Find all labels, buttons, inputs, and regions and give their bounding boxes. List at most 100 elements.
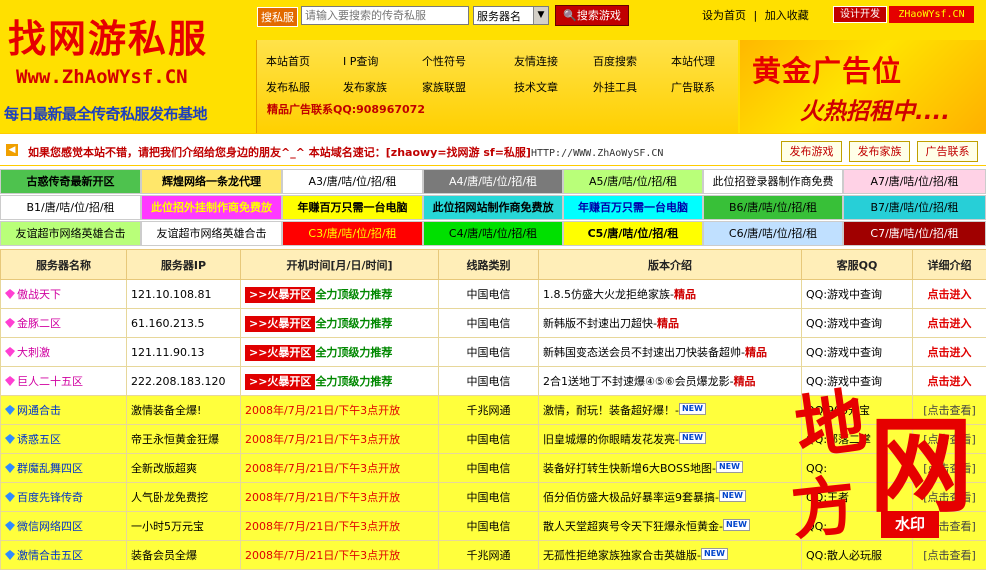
- nav-tech-articles[interactable]: 技术文章: [514, 79, 558, 95]
- server-name-cell: 傲战天下: [1, 280, 127, 309]
- ad-contact-button[interactable]: 广告联系: [917, 141, 978, 162]
- gold-ad-title: 黄金广告位: [752, 48, 902, 90]
- server-name[interactable]: 微信网络四区: [17, 520, 83, 533]
- table-row[interactable]: 诱惑五区帝王永恒黄金狂爆2008年/7月/21日/下午3点开放中国电信旧皇城爆的…: [1, 425, 986, 454]
- ad-slot[interactable]: 此位招网站制作商免费放: [423, 195, 563, 220]
- server-name[interactable]: 诱惑五区: [17, 433, 61, 446]
- nav-clan-alliance[interactable]: 家族联盟: [422, 79, 466, 95]
- detail-link[interactable]: [点击查看]: [923, 462, 976, 475]
- table-row[interactable]: 金豚二区61.160.213.5>>火暴开区全力顶级力推荐中国电信新韩版不封速出…: [1, 309, 986, 338]
- ad-slot[interactable]: A7/唐/咭/位/招/租: [843, 169, 986, 194]
- version-text: 装备好打转生快新增6大BOSS地图-: [543, 462, 716, 475]
- diamond-icon: [5, 550, 15, 560]
- server-ip-cell: 人气卧龙免费挖: [127, 483, 241, 512]
- search-input[interactable]: [301, 6, 469, 25]
- detail-cell: [点击查看]: [913, 454, 986, 483]
- table-row[interactable]: 群魔乱舞四区全新改版超爽2008年/7月/21日/下午3点开放中国电信装备好打转…: [1, 454, 986, 483]
- recommend-text: 全力顶级力推荐: [315, 373, 392, 389]
- site-logo[interactable]: 找网游私服 Www.ZhAoWYsf.CN 每日最新最全传奇私服发布基地: [0, 0, 255, 133]
- detail-link[interactable]: 点击进入: [928, 346, 972, 359]
- line-type-cell: 中国电信: [439, 309, 539, 338]
- ad-slot[interactable]: 此位招外挂制作商免费放: [141, 195, 282, 220]
- ad-slot[interactable]: A4/唐/咭/位/招/租: [423, 169, 563, 194]
- notice-url[interactable]: HTTP://WWW.ZhAoWySF.CN: [531, 148, 663, 159]
- detail-link[interactable]: 点击进入: [928, 288, 972, 301]
- ad-slot[interactable]: 此位招登录器制作商免费: [703, 169, 843, 194]
- nav-symbols[interactable]: 个性符号: [422, 53, 466, 69]
- publish-clan-button[interactable]: 发布家族: [849, 141, 910, 162]
- table-row[interactable]: 激情合击五区装备会员全爆2008年/7月/21日/下午3点开放千兆网通无孤性拒绝…: [1, 541, 986, 570]
- server-ip: 121.11.90.13: [131, 346, 204, 359]
- detail-cell: [点击查看]: [913, 483, 986, 512]
- col-header-name: 服务器名称: [1, 250, 127, 280]
- search-button[interactable]: 🔍搜索游戏: [555, 5, 629, 26]
- ad-slot[interactable]: 古惑传奇最新开区: [0, 169, 141, 194]
- ad-slot[interactable]: B1/唐/咭/位/招/租: [0, 195, 141, 220]
- table-row[interactable]: 网通合击激情装备全爆!2008年/7月/21日/下午3点开放千兆网通激情，耐玩！…: [1, 396, 986, 425]
- server-name[interactable]: 群魔乱舞四区: [17, 462, 83, 475]
- ad-slot[interactable]: A3/唐/咭/位/招/租: [282, 169, 423, 194]
- designer-badge[interactable]: 设计开发: [833, 6, 887, 23]
- server-name[interactable]: 百度先锋传奇: [17, 491, 83, 504]
- ad-slot[interactable]: B6/唐/咭/位/招/租: [703, 195, 843, 220]
- set-homepage-link[interactable]: 设为首页: [702, 9, 746, 22]
- server-name[interactable]: 激情合击五区: [17, 549, 83, 562]
- add-favorite-link[interactable]: 加入收藏: [765, 9, 809, 22]
- server-name[interactable]: 大刺激: [17, 346, 50, 359]
- table-row[interactable]: 百度先锋传奇人气卧龙免费挖2008年/7月/21日/下午3点开放中国电信佰分佰仿…: [1, 483, 986, 512]
- ad-slot[interactable]: 年赚百万只需一台电脑: [563, 195, 703, 220]
- server-name[interactable]: 巨人二十五区: [17, 375, 83, 388]
- logo-title: 找网游私服: [8, 8, 208, 63]
- ad-slot[interactable]: C4/唐/咭/位/招/租: [423, 221, 563, 246]
- ad-slot[interactable]: 友谊超市网络英雄合击: [0, 221, 141, 246]
- server-ip-cell: 一小时5万元宝: [127, 512, 241, 541]
- table-row[interactable]: 傲战天下121.10.108.81>>火暴开区全力顶级力推荐中国电信1.8.5仿…: [1, 280, 986, 309]
- publish-game-button[interactable]: 发布游戏: [781, 141, 842, 162]
- server-name-cell: 群魔乱舞四区: [1, 454, 127, 483]
- nav-publish-server[interactable]: 发布私服: [266, 79, 310, 95]
- chevron-down-icon[interactable]: ▼: [533, 7, 548, 24]
- nav-publish-clan[interactable]: 发布家族: [343, 79, 387, 95]
- detail-link[interactable]: 点击进入: [928, 375, 972, 388]
- line-type: 千兆网通: [467, 549, 511, 562]
- table-row[interactable]: 巨人二十五区222.208.183.120>>火暴开区全力顶级力推荐中国电信2合…: [1, 367, 986, 396]
- search-type-select[interactable]: 服务器名 ▼: [473, 6, 549, 25]
- qq-cell: QQ:王者: [802, 483, 913, 512]
- nav-ip-lookup[interactable]: I P查询: [343, 53, 378, 69]
- detail-link[interactable]: 点击进入: [928, 317, 972, 330]
- nav-friend-links[interactable]: 友情连接: [514, 53, 558, 69]
- ad-slot[interactable]: A5/唐/咭/位/招/租: [563, 169, 703, 194]
- ad-slot[interactable]: C5/唐/咭/位/招/租: [563, 221, 703, 246]
- nav-baidu-search[interactable]: 百度搜索: [593, 53, 637, 69]
- server-ip-cell: 61.160.213.5: [127, 309, 241, 338]
- designer-url[interactable]: ZHaoWYsf.CN: [889, 6, 974, 23]
- detail-link[interactable]: [点击查看]: [923, 404, 976, 417]
- ad-slot[interactable]: C6/唐/咭/位/招/租: [703, 221, 843, 246]
- gold-ad-banner[interactable]: 黄金广告位 火热招租中....: [740, 40, 986, 133]
- nav-home[interactable]: 本站首页: [266, 53, 310, 69]
- nav-agents[interactable]: 本站代理: [671, 53, 715, 69]
- detail-link[interactable]: [点击查看]: [923, 520, 976, 533]
- ad-slot[interactable]: 辉煌网络一条龙代理: [141, 169, 282, 194]
- ad-slot[interactable]: 友谊超市网络英雄合击: [141, 221, 282, 246]
- qq-text: QQ:游戏中查询: [806, 317, 882, 330]
- server-name[interactable]: 金豚二区: [17, 317, 61, 330]
- new-badge: NEW: [716, 461, 743, 473]
- qq-cell: QQ:游戏中查询: [802, 367, 913, 396]
- table-row[interactable]: 大刺激121.11.90.13>>火暴开区全力顶级力推荐中国电信新韩国变态送会员…: [1, 338, 986, 367]
- ad-slot[interactable]: C3/唐/咭/位/招/租: [282, 221, 423, 246]
- nav-ad-contact[interactable]: 广告联系: [671, 79, 715, 95]
- detail-link[interactable]: [点击查看]: [923, 433, 976, 446]
- detail-link[interactable]: [点击查看]: [923, 491, 976, 504]
- table-row[interactable]: 微信网络四区一小时5万元宝2008年/7月/21日/下午3点开放中国电信散人天堂…: [1, 512, 986, 541]
- ad-slot[interactable]: 年赚百万只需一台电脑: [282, 195, 423, 220]
- ad-slot[interactable]: B7/唐/咭/位/招/租: [843, 195, 986, 220]
- col-header-version: 版本介绍: [539, 250, 802, 280]
- server-name[interactable]: 网通合击: [17, 404, 61, 417]
- nav-plugin-tools[interactable]: 外挂工具: [593, 79, 637, 95]
- detail-link[interactable]: [点击查看]: [923, 549, 976, 562]
- ad-slot[interactable]: C7/唐/咭/位/招/租: [843, 221, 986, 246]
- server-ip-cell: 121.10.108.81: [127, 280, 241, 309]
- server-name[interactable]: 傲战天下: [17, 288, 61, 301]
- line-type: 中国电信: [467, 375, 511, 388]
